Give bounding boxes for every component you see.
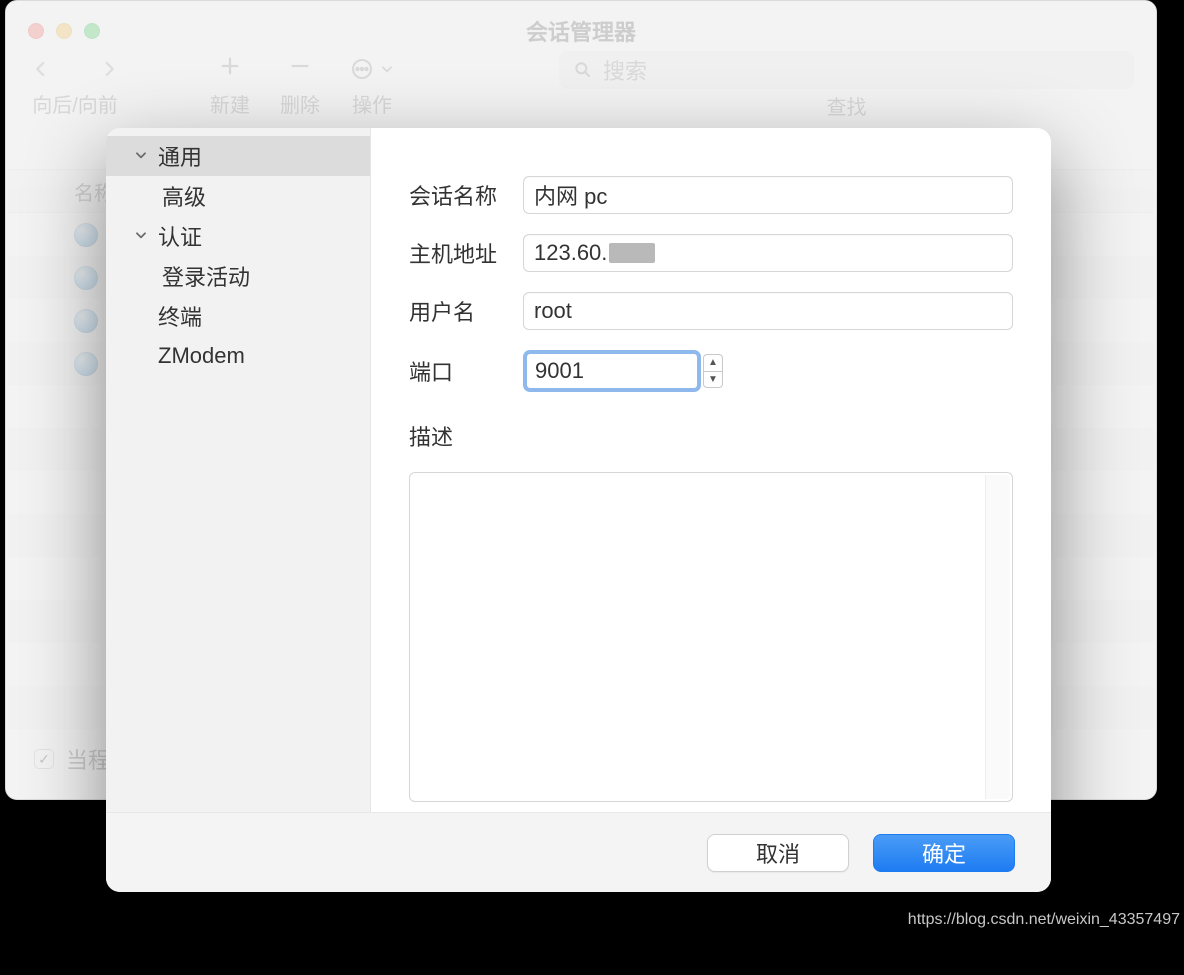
sidebar-item-label: 高级 bbox=[162, 180, 206, 212]
session-name-label: 会话名称 bbox=[409, 179, 503, 211]
chevron-down-icon bbox=[134, 148, 150, 164]
sidebar-item-login-activity[interactable]: 登录活动 bbox=[106, 256, 370, 296]
username-field[interactable]: root bbox=[523, 292, 1013, 330]
sidebar-item-label: 终端 bbox=[158, 300, 202, 332]
sidebar-item-terminal[interactable]: 终端 bbox=[106, 296, 370, 336]
dialog-footer: 取消 确定 bbox=[106, 812, 1051, 892]
chevron-down-icon bbox=[134, 228, 150, 244]
watermark: https://blog.csdn.net/weixin_43357497 bbox=[908, 911, 1180, 929]
settings-sidebar: 通用 高级 认证 登录活动 终端 ZModem bbox=[106, 128, 371, 812]
stepper-up-icon[interactable]: ▲ bbox=[703, 354, 723, 371]
port-stepper[interactable]: ▲ ▼ bbox=[703, 354, 723, 388]
sidebar-item-label: 通用 bbox=[158, 140, 202, 172]
sidebar-item-zmodem[interactable]: ZModem bbox=[106, 336, 370, 376]
port-label: 端口 bbox=[409, 355, 503, 387]
sidebar-item-auth[interactable]: 认证 bbox=[106, 216, 370, 256]
host-field[interactable]: 123.60. bbox=[523, 234, 1013, 272]
sidebar-item-label: 认证 bbox=[158, 220, 202, 252]
redacted-icon bbox=[609, 243, 655, 263]
description-field[interactable] bbox=[409, 472, 1013, 802]
description-label: 描述 bbox=[409, 420, 1013, 452]
port-field[interactable]: 9001 bbox=[523, 350, 701, 392]
session-edit-dialog: 通用 高级 认证 登录活动 终端 ZModem bbox=[106, 128, 1051, 892]
ok-button[interactable]: 确定 bbox=[873, 834, 1015, 872]
sidebar-item-label: ZModem bbox=[158, 343, 245, 369]
username-label: 用户名 bbox=[409, 295, 503, 327]
stepper-down-icon[interactable]: ▼ bbox=[703, 371, 723, 389]
sidebar-item-advanced[interactable]: 高级 bbox=[106, 176, 370, 216]
session-form: 会话名称 内网 pc 主机地址 123.60. 用户名 root bbox=[371, 128, 1051, 812]
sidebar-item-label: 登录活动 bbox=[162, 260, 250, 292]
host-label: 主机地址 bbox=[409, 237, 503, 269]
cancel-button[interactable]: 取消 bbox=[707, 834, 849, 872]
session-name-field[interactable]: 内网 pc bbox=[523, 176, 1013, 214]
sidebar-item-general[interactable]: 通用 bbox=[106, 136, 370, 176]
